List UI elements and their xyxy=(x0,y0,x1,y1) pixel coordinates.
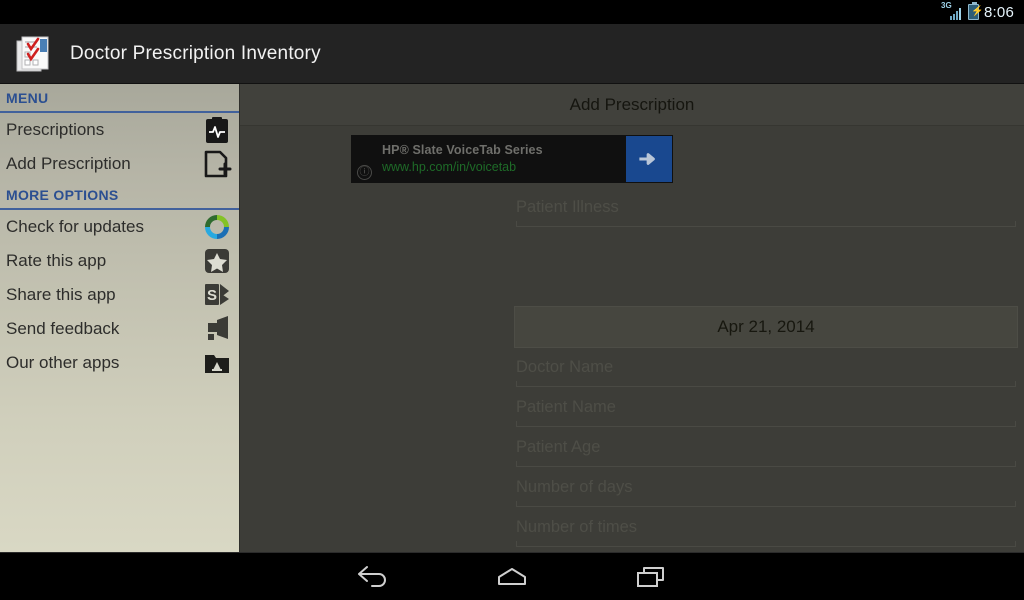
sidebar-item-prescriptions[interactable]: Prescriptions xyxy=(0,113,239,147)
signal-bars xyxy=(950,8,963,20)
patient-age-field[interactable]: Patient Age xyxy=(516,429,1016,467)
number-of-days-field[interactable]: Number of days xyxy=(516,469,1016,507)
ad-url: www.hp.com/in/voicetab xyxy=(382,160,517,174)
sidebar-item-check-for-updates[interactable]: Check for updates xyxy=(0,210,239,244)
battery-bolt-glyph: ⚡ xyxy=(971,6,984,17)
document-plus-icon xyxy=(202,149,232,179)
sidebar-item-label: Our other apps xyxy=(6,353,120,372)
ad-text-block: HP® Slate VoiceTab Series www.hp.com/in/… xyxy=(382,142,543,175)
star-icon xyxy=(202,246,232,276)
patient-name-placeholder: Patient Name xyxy=(516,398,616,416)
home-button[interactable] xyxy=(487,560,537,594)
svg-text:S: S xyxy=(207,287,217,304)
home-icon xyxy=(498,567,526,585)
sidebar-item-share-this-app[interactable]: Share this app S xyxy=(0,278,239,312)
patient-age-placeholder: Patient Age xyxy=(516,438,601,456)
app-title: Doctor Prescription Inventory xyxy=(70,42,321,64)
ad-cta-button[interactable] xyxy=(626,136,672,182)
drawer-group-header-more-options: MORE OPTIONS xyxy=(0,181,239,210)
android-screen: 3G ⚡ 8:06 Doctor Prescription Inventory … xyxy=(0,0,1024,600)
sidebar-item-label: Add Prescription xyxy=(6,154,131,173)
back-button[interactable] xyxy=(347,560,397,594)
navigation-drawer: MENU Prescriptions Add Prescription MORE… xyxy=(0,84,240,552)
status-bar-right: 3G ⚡ 8:06 xyxy=(941,2,1014,21)
screen-title-bar: Add Prescription xyxy=(240,84,1024,126)
status-bar-clock: 8:06 xyxy=(984,3,1014,21)
sidebar-item-label: Share this app xyxy=(6,285,116,304)
recents-icon xyxy=(637,566,664,587)
page-title: Add Prescription xyxy=(569,94,695,114)
sidebar-item-label: Rate this app xyxy=(6,251,107,270)
megaphone-icon xyxy=(202,314,232,344)
date-value: Apr 21, 2014 xyxy=(717,317,815,336)
signal-3g-icon: 3G xyxy=(941,2,963,21)
ad-info-icon[interactable]: ⓘ xyxy=(357,165,372,180)
sidebar-item-rate-this-app[interactable]: Rate this app xyxy=(0,244,239,278)
system-navigation-bar xyxy=(0,552,1024,600)
app-store-folder-icon xyxy=(202,348,232,378)
doctor-name-field[interactable]: Doctor Name xyxy=(516,349,1016,387)
drawer-group-header-menu: MENU xyxy=(0,84,239,113)
status-bar: 3G ⚡ 8:06 xyxy=(0,0,1024,24)
refresh-circle-icon xyxy=(202,212,232,242)
sidebar-item-label: Prescriptions xyxy=(6,120,105,139)
number-of-days-placeholder: Number of days xyxy=(516,478,633,496)
recents-button[interactable] xyxy=(627,560,677,594)
doctor-name-placeholder: Doctor Name xyxy=(516,358,614,376)
action-bar: Doctor Prescription Inventory xyxy=(0,24,1024,84)
ad-banner[interactable]: HP® Slate VoiceTab Series www.hp.com/in/… xyxy=(351,135,673,183)
share-icon: S xyxy=(202,280,232,310)
ad-headline: HP® Slate VoiceTab Series xyxy=(382,143,543,157)
clipboard-pulse-icon xyxy=(202,115,232,145)
arrow-right-icon xyxy=(639,153,655,165)
sidebar-item-send-feedback[interactable]: Send feedback xyxy=(0,312,239,346)
date-button[interactable]: Apr 21, 2014 xyxy=(514,306,1018,348)
patient-name-field[interactable]: Patient Name xyxy=(516,389,1016,427)
patient-illness-field[interactable]: Patient Illness xyxy=(516,189,1016,227)
sidebar-item-label: Check for updates xyxy=(6,217,144,236)
battery-charging-icon: ⚡ xyxy=(968,2,984,20)
sidebar-item-add-prescription[interactable]: Add Prescription xyxy=(0,147,239,181)
number-of-times-field[interactable]: Number of times xyxy=(516,509,1016,547)
sidebar-item-label: Send feedback xyxy=(6,319,120,338)
number-of-times-placeholder: Number of times xyxy=(516,518,638,536)
prescription-checklist-icon[interactable] xyxy=(14,34,54,74)
back-icon xyxy=(358,565,386,587)
sidebar-item-our-other-apps[interactable]: Our other apps xyxy=(0,346,239,380)
patient-illness-placeholder: Patient Illness xyxy=(516,198,619,216)
